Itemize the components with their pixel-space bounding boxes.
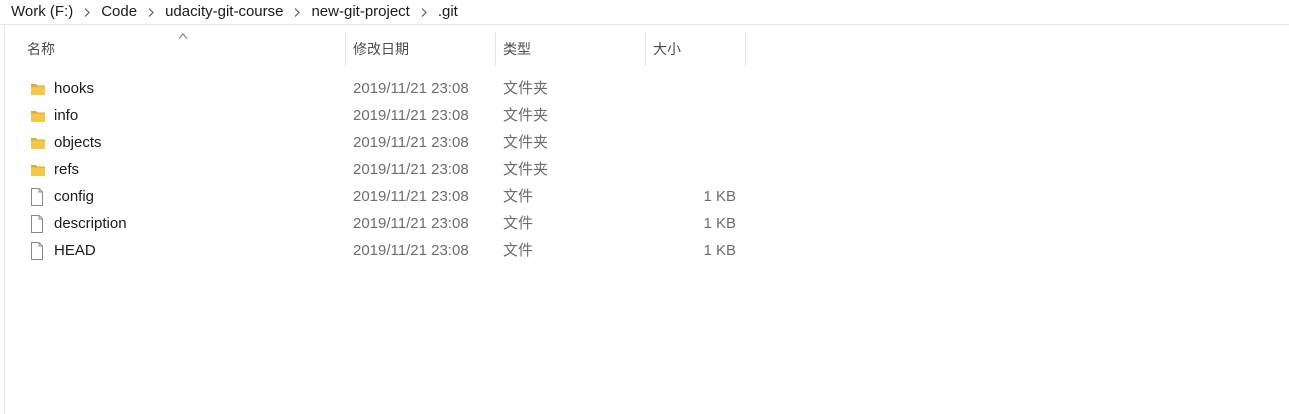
folder-icon <box>30 75 46 102</box>
chevron-right-icon[interactable] <box>143 1 159 23</box>
file-date-modified: 2019/11/21 23:08 <box>353 80 469 97</box>
breadcrumb-item-drive[interactable]: Work (F:) <box>0 1 79 23</box>
file-date-modified: 2019/11/21 23:08 <box>353 242 469 259</box>
column-header-type-label: 类型 <box>503 41 531 57</box>
file-name: objects <box>54 134 102 151</box>
breadcrumb-item-new-git-project[interactable]: new-git-project <box>305 1 415 23</box>
file-row-hooks[interactable]: hooks 2019/11/21 23:08 文件夹 <box>0 75 1289 102</box>
file-type: 文件夹 <box>503 161 549 178</box>
file-size: 1 KB <box>703 188 736 205</box>
column-header-bar: 名称 修改日期 类型 大小 <box>0 32 1289 66</box>
file-type: 文件 <box>503 242 534 259</box>
file-row-description[interactable]: description 2019/11/21 23:08 文件 1 KB <box>0 210 1289 237</box>
breadcrumb-item-code[interactable]: Code <box>95 1 143 23</box>
file-icon <box>30 183 46 210</box>
folder-icon <box>30 102 46 129</box>
file-type: 文件夹 <box>503 107 549 124</box>
breadcrumb-item-git[interactable]: .git <box>432 1 464 23</box>
sort-ascending-icon <box>178 33 188 39</box>
column-header-date-label: 修改日期 <box>353 41 409 57</box>
chevron-right-icon[interactable] <box>79 1 95 23</box>
file-type: 文件 <box>503 188 534 205</box>
file-list: hooks 2019/11/21 23:08 文件夹 info 2019/11/… <box>0 75 1289 264</box>
file-size: 1 KB <box>703 215 736 232</box>
file-icon <box>30 237 46 264</box>
column-header-size[interactable]: 大小 <box>646 32 746 66</box>
chevron-right-icon[interactable] <box>289 1 305 23</box>
file-row-head[interactable]: HEAD 2019/11/21 23:08 文件 1 KB <box>0 237 1289 264</box>
file-row-config[interactable]: config 2019/11/21 23:08 文件 1 KB <box>0 183 1289 210</box>
file-row-refs[interactable]: refs 2019/11/21 23:08 文件夹 <box>0 156 1289 183</box>
column-header-size-label: 大小 <box>653 41 681 57</box>
file-name: HEAD <box>54 242 96 259</box>
file-name: info <box>54 107 79 124</box>
file-size: 1 KB <box>703 242 736 259</box>
file-row-objects[interactable]: objects 2019/11/21 23:08 文件夹 <box>0 129 1289 156</box>
breadcrumb: Work (F:) Code udacity-git-course new-gi… <box>0 0 1289 25</box>
chevron-right-icon[interactable] <box>416 1 432 23</box>
folder-icon <box>30 156 46 183</box>
file-name: hooks <box>54 80 95 97</box>
file-date-modified: 2019/11/21 23:08 <box>353 188 469 205</box>
file-name: description <box>54 215 127 232</box>
file-icon <box>30 210 46 237</box>
file-date-modified: 2019/11/21 23:08 <box>353 215 469 232</box>
file-name: config <box>54 188 95 205</box>
file-type: 文件 <box>503 215 534 232</box>
column-header-date-modified[interactable]: 修改日期 <box>346 32 496 66</box>
file-date-modified: 2019/11/21 23:08 <box>353 134 469 151</box>
file-name: refs <box>54 161 80 178</box>
breadcrumb-item-udacity-git-course[interactable]: udacity-git-course <box>159 1 289 23</box>
file-date-modified: 2019/11/21 23:08 <box>353 161 469 178</box>
folder-icon <box>30 129 46 156</box>
column-header-type[interactable]: 类型 <box>496 32 646 66</box>
file-row-info[interactable]: info 2019/11/21 23:08 文件夹 <box>0 102 1289 129</box>
column-header-name-label: 名称 <box>27 41 55 57</box>
file-type: 文件夹 <box>503 134 549 151</box>
file-date-modified: 2019/11/21 23:08 <box>353 107 469 124</box>
file-type: 文件夹 <box>503 80 549 97</box>
